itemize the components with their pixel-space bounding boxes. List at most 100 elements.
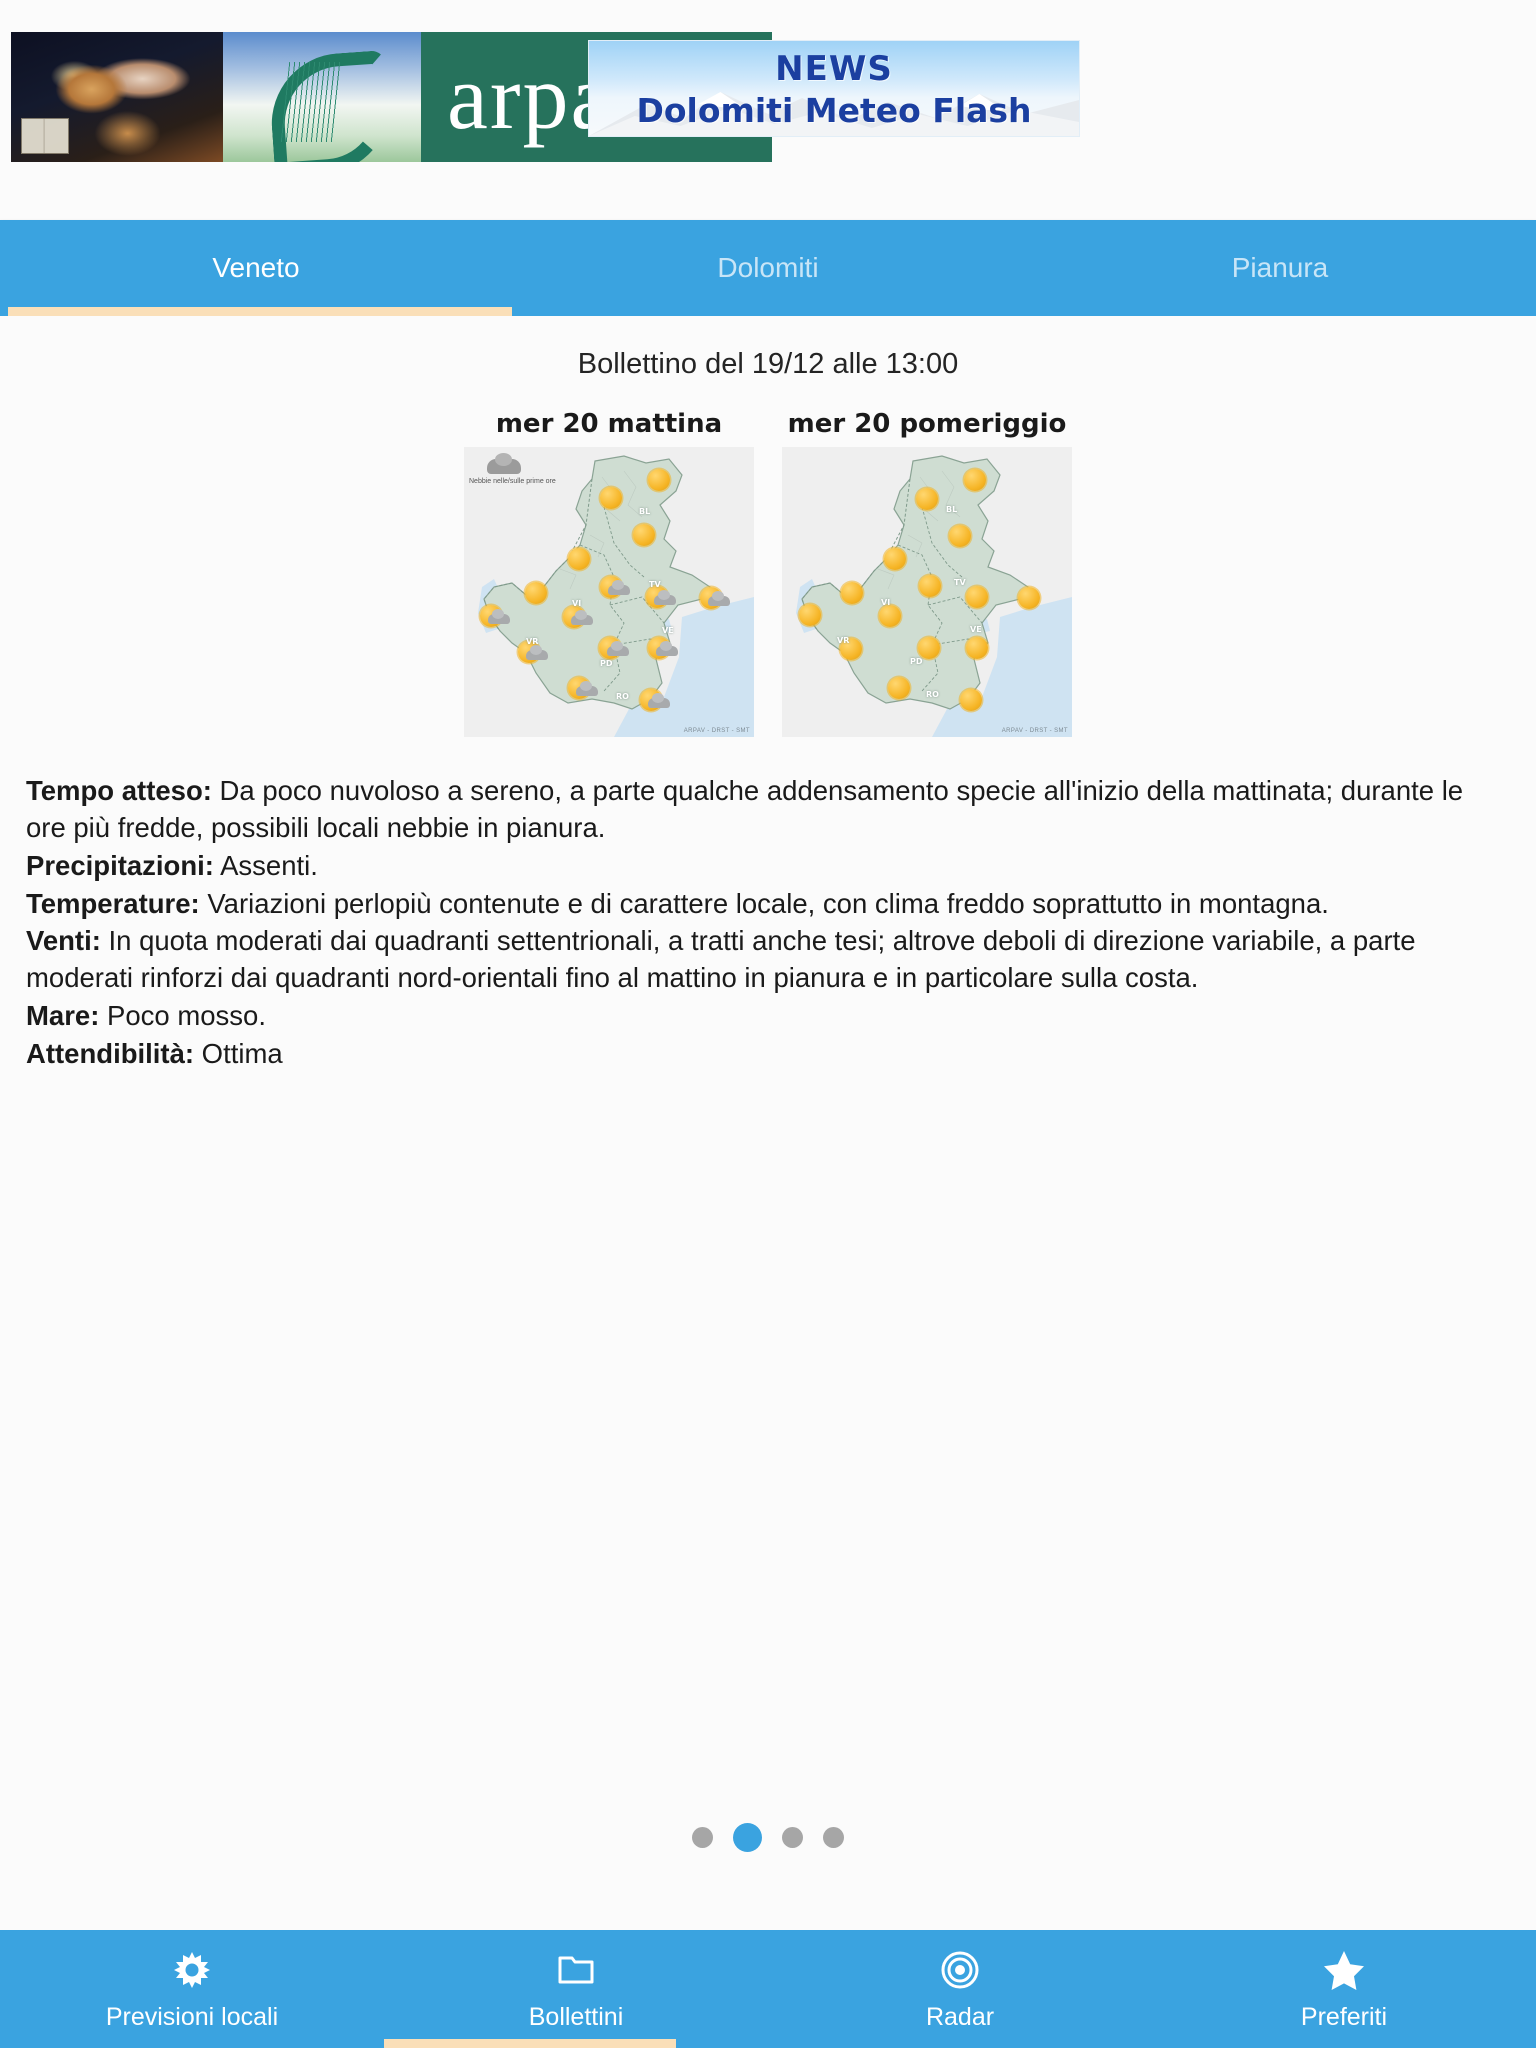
weather-icon-sun-behind-cloud [476, 602, 510, 630]
news-banner[interactable]: NEWS Dolomiti Meteo Flash [588, 40, 1080, 137]
tab-veneto[interactable]: Veneto [0, 252, 512, 284]
forecast-row: Temperature: Variazioni perlopiù contenu… [26, 886, 1510, 923]
map-legend-morning: Nebbie nelle/sulle prime ore [469, 453, 589, 486]
forecast-row-text: Assenti. [213, 849, 318, 881]
province-label: VI [881, 598, 891, 607]
app-root: arpav NEWS Dolomiti Meteo Flash Veneto D… [0, 0, 1536, 2048]
forecast-map-afternoon[interactable]: mer 20 pomeriggio ARPAV - DRST - SMT BL … [782, 409, 1072, 737]
sun-glyph [796, 601, 824, 629]
province-label: RO [926, 690, 939, 699]
page-dot[interactable] [782, 1827, 803, 1848]
weather-icon-sun [837, 579, 871, 607]
map-credit-afternoon: ARPAV - DRST - SMT [1001, 728, 1068, 734]
sun-glyph [963, 583, 991, 611]
province-label: VE [662, 626, 674, 635]
page-dot-active[interactable] [733, 1823, 762, 1852]
province-label: TV [954, 578, 966, 587]
map-canvas-morning[interactable]: Nebbie nelle/sulle prime ore ARPAV - DRS… [464, 447, 754, 737]
bottom-navigation: Previsioni locali Bollettini Radar Prefe… [0, 1930, 1536, 2048]
sun-glyph [946, 522, 974, 550]
forecast-row-text: Variazioni perlopiù contenute e di carat… [199, 887, 1329, 919]
forecast-row-label: Venti: [26, 925, 101, 957]
province-label: VR [526, 637, 539, 646]
forecast-row-text: Ottima [194, 1037, 283, 1069]
sun-icon [170, 1947, 214, 1993]
folder-icon [554, 1947, 598, 1993]
weather-icon-sun [644, 466, 678, 494]
tab-pianura[interactable]: Pianura [1024, 252, 1536, 284]
nav-label-preferiti: Preferiti [1300, 2002, 1388, 2031]
forecast-row: Tempo atteso: Da poco nuvoloso a sereno,… [26, 773, 1510, 847]
map-title-morning: mer 20 mattina [495, 409, 723, 439]
forecast-text: Tempo atteso: Da poco nuvoloso a sereno,… [26, 773, 1510, 1073]
nav-radar[interactable]: Radar [768, 1930, 1152, 2048]
veneto-harp-icon [223, 32, 421, 162]
cloud-glyph [708, 591, 730, 606]
nav-label-radar: Radar [925, 2002, 995, 2031]
province-label: VI [572, 599, 582, 608]
weather-icon-sun [629, 521, 663, 549]
sun-glyph [522, 579, 550, 607]
weather-icon-sun-behind-cloud [644, 634, 678, 662]
news-banner-subtitle: Dolomiti Meteo Flash [636, 91, 1032, 130]
cloud-glyph [488, 609, 510, 624]
forecast-row: Attendibilità: Ottima [26, 1036, 1510, 1073]
sun-glyph [915, 634, 943, 662]
weather-icon-sun [596, 484, 630, 512]
weather-icon-sun-behind-cloud [636, 686, 670, 714]
forecast-map-morning[interactable]: mer 20 mattina Nebbie nelle/sulle prime … [464, 409, 754, 737]
province-label: VE [970, 625, 982, 634]
map-canvas-afternoon[interactable]: ARPAV - DRST - SMT BL TV VI VE VR PD RO [782, 447, 1072, 737]
sun-glyph [916, 572, 944, 600]
content-area: Bollettino del 19/12 alle 13:00 mer 20 m… [0, 316, 1536, 1930]
bulletin-date: Bollettino del 19/12 alle 13:00 [577, 348, 959, 380]
map-credit-morning: ARPAV - DRST - SMT [683, 728, 750, 734]
cloud-glyph [571, 610, 593, 625]
province-label: BL [946, 505, 958, 514]
sun-glyph [961, 466, 989, 494]
weather-icon-sun [962, 583, 996, 611]
star-icon [1322, 1947, 1366, 1993]
weather-icon-sun-behind-cloud [595, 634, 629, 662]
cloud-glyph [576, 681, 598, 696]
cloud-glyph [648, 693, 670, 708]
sun-glyph [1015, 584, 1043, 612]
weather-icon-sun [960, 466, 994, 494]
news-banner-title: NEWS [775, 49, 893, 89]
nav-previsioni-locali[interactable]: Previsioni locali [0, 1930, 384, 2048]
forecast-row-text: Da poco nuvoloso a sereno, a parte qualc… [26, 775, 1464, 843]
weather-icon-sun-behind-cloud [696, 584, 730, 612]
fog-cloud-icon [487, 453, 521, 474]
nav-active-underline [384, 2039, 676, 2048]
sun-glyph [913, 485, 941, 513]
province-label: PD [600, 659, 613, 668]
map-legend-text: Nebbie nelle/sulle prime ore [469, 478, 556, 485]
cloud-glyph [654, 590, 676, 605]
sun-glyph [565, 545, 593, 573]
page-dot[interactable] [823, 1827, 844, 1848]
sun-glyph [885, 674, 913, 702]
cloud-glyph [656, 641, 678, 656]
province-label: VR [837, 636, 850, 645]
forecast-row: Venti: In quota moderati dai quadranti s… [26, 923, 1510, 997]
weather-icon-sun [1014, 584, 1048, 612]
cloud-glyph [607, 641, 629, 656]
winged-lion-icon [11, 32, 223, 162]
tab-active-underline [8, 307, 512, 316]
forecast-row: Precipitazioni: Assenti. [26, 848, 1510, 885]
region-tabbar: Veneto Dolomiti Pianura [0, 220, 1536, 316]
map-title-afternoon: mer 20 pomeriggio [787, 409, 1067, 439]
page-dot[interactable] [692, 1827, 713, 1848]
cloud-glyph [526, 645, 548, 660]
nav-bollettini[interactable]: Bollettini [384, 1930, 768, 2048]
nav-preferiti[interactable]: Preferiti [1152, 1930, 1536, 2048]
forecast-row-text: Poco mosso. [99, 1000, 266, 1032]
forecast-row: Mare: Poco mosso. [26, 998, 1510, 1035]
tab-dolomiti[interactable]: Dolomiti [512, 252, 1024, 284]
province-label: TV [649, 580, 661, 589]
sun-glyph [838, 579, 866, 607]
page-indicator [0, 1823, 1536, 1852]
weather-icon-sun [956, 686, 990, 714]
weather-icon-sun [962, 634, 996, 662]
weather-icon-sun [564, 545, 598, 573]
